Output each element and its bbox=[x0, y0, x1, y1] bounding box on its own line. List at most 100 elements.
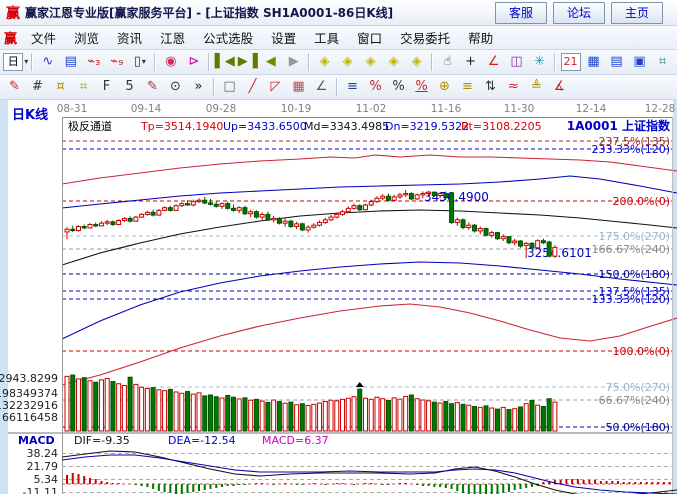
zoom-diamond-icon[interactable]: ◈ bbox=[313, 51, 336, 73]
model-tool-icon[interactable]: ◫ bbox=[505, 51, 528, 73]
percent-line-icon[interactable]: % bbox=[410, 76, 433, 98]
candle-style-icon[interactable]: ▯▾ bbox=[128, 51, 151, 73]
crosshair-icon: + bbox=[465, 52, 476, 72]
next-page-icon[interactable]: ▶ bbox=[282, 51, 305, 73]
golden-line-icon[interactable]: ≡ bbox=[456, 76, 479, 98]
menu-formula-picker[interactable]: 公式选股 bbox=[194, 26, 262, 49]
candle-body bbox=[478, 229, 482, 231]
menu-news[interactable]: 资讯 bbox=[108, 26, 151, 49]
menu-browse[interactable]: 浏览 bbox=[65, 26, 108, 49]
macd-pane: 38.2421.795.34-11.11MACDDIF=-9.35DEA=-12… bbox=[18, 434, 677, 494]
gann-fan-icon[interactable]: ◸ bbox=[264, 76, 287, 98]
f10-report-icon[interactable]: ▤ bbox=[59, 51, 82, 73]
draw-pen-icon[interactable]: ✎ bbox=[141, 76, 164, 98]
ray-fan-icon[interactable]: ╱ bbox=[241, 76, 264, 98]
color-flag-icon[interactable]: ⊳ bbox=[182, 51, 205, 73]
percent-icon[interactable]: % bbox=[387, 76, 410, 98]
first-page-icon[interactable]: ▌◀ bbox=[213, 51, 236, 73]
rect-tool-icon[interactable]: □ bbox=[218, 76, 241, 98]
mouse-tool-icon[interactable]: ⌗ bbox=[651, 51, 674, 73]
candle-body bbox=[260, 214, 264, 217]
volume-bar bbox=[513, 409, 517, 431]
menu-tools[interactable]: 工具 bbox=[305, 26, 348, 49]
j-angle-icon[interactable]: ∡ bbox=[548, 76, 571, 98]
angle-measure-icon[interactable]: ∠ bbox=[482, 51, 505, 73]
menu-file[interactable]: 文件 bbox=[22, 26, 65, 49]
last-page-icon[interactable]: ▶▐ bbox=[236, 51, 259, 73]
wave-band-icon[interactable]: ≈ bbox=[502, 76, 525, 98]
left-diamond-icon[interactable]: ◈ bbox=[336, 51, 359, 73]
golden-grid-icon[interactable]: ¤ bbox=[49, 76, 72, 98]
candle-body bbox=[363, 205, 367, 210]
right-diamond-icon: ◈ bbox=[366, 52, 376, 72]
candle-body bbox=[226, 204, 230, 209]
volume-bar bbox=[518, 407, 522, 431]
forum-button[interactable]: 论坛 bbox=[553, 2, 605, 24]
candle-body bbox=[197, 200, 201, 201]
volume-bar bbox=[254, 399, 258, 431]
volume-bar bbox=[71, 375, 75, 431]
golden-circle-icon[interactable]: ⊕ bbox=[433, 76, 456, 98]
crosshair-icon[interactable]: + bbox=[459, 51, 482, 73]
candle-body bbox=[277, 218, 281, 223]
menu-help[interactable]: 帮助 bbox=[459, 26, 502, 49]
calendar-21-icon[interactable]: 21 bbox=[559, 51, 582, 73]
smart-analyze-icon[interactable]: ✳ bbox=[528, 51, 551, 73]
hand-tool-icon[interactable]: ☝ bbox=[436, 51, 459, 73]
percent-icon: % bbox=[392, 77, 404, 97]
golden-box-icon[interactable]: ⌗ bbox=[72, 76, 95, 98]
grid-net-icon[interactable]: ▦ bbox=[287, 76, 310, 98]
indicator-value: Up=3433.6500 bbox=[223, 120, 307, 133]
volume-bar bbox=[186, 392, 190, 431]
period-day-button[interactable]: 日▾ bbox=[3, 51, 28, 73]
volume-bar bbox=[547, 399, 551, 431]
candle-body bbox=[438, 194, 442, 196]
home-button[interactable]: 主页 bbox=[611, 2, 663, 24]
percent-triangle-icon[interactable]: % bbox=[364, 76, 387, 98]
first-page-icon: ▌◀ bbox=[215, 52, 235, 72]
trend-wave-icon[interactable]: ∿ bbox=[36, 51, 59, 73]
pattern-search-icon[interactable]: ◉ bbox=[159, 51, 182, 73]
calculator-icon[interactable]: ▦ bbox=[582, 51, 605, 73]
parallel-lines-icon[interactable]: ∠ bbox=[310, 76, 333, 98]
candle-body bbox=[76, 227, 80, 231]
right-diamond-icon[interactable]: ◈ bbox=[359, 51, 382, 73]
vertical-diamond-icon[interactable]: ◈ bbox=[382, 51, 405, 73]
ink-brush-icon[interactable]: ⇅ bbox=[479, 76, 502, 98]
chart-canvas[interactable]: 日K线08-3109-1409-2810-1911-0211-1611-3012… bbox=[0, 100, 677, 494]
volume-bar bbox=[369, 399, 373, 431]
menu-settings[interactable]: 设置 bbox=[262, 26, 305, 49]
stats-ruler-icon[interactable]: ≡ bbox=[341, 76, 364, 98]
prev-page-icon[interactable]: ◀ bbox=[259, 51, 282, 73]
notepad-icon[interactable]: ▤ bbox=[605, 51, 628, 73]
candle-body bbox=[427, 192, 431, 193]
draw-brush-icon: ✎ bbox=[9, 77, 20, 97]
save-icon[interactable]: ▣ bbox=[628, 51, 651, 73]
candle-body bbox=[243, 208, 247, 214]
golden-up-icon: ≜ bbox=[531, 77, 542, 97]
volume-bar bbox=[427, 401, 431, 431]
save-icon: ▣ bbox=[633, 52, 645, 72]
menu-gann[interactable]: 江恩 bbox=[151, 26, 194, 49]
gann-grid-icon[interactable]: # bbox=[26, 76, 49, 98]
more-tools-chevron[interactable]: » bbox=[187, 76, 210, 98]
time-cycle-icon[interactable]: ⊙ bbox=[164, 76, 187, 98]
candle-body bbox=[553, 247, 557, 256]
volume-bar bbox=[76, 379, 80, 431]
draw-brush-icon[interactable]: ✎ bbox=[3, 76, 26, 98]
volume-bar bbox=[277, 402, 281, 431]
minute9-chart-icon[interactable]: ⌁₉ bbox=[105, 51, 128, 73]
expand-diamond-icon[interactable]: ◈ bbox=[405, 51, 428, 73]
minute3-chart-icon[interactable]: ⌁₃ bbox=[82, 51, 105, 73]
j-angle-icon: ∡ bbox=[554, 77, 566, 97]
golden-up-icon[interactable]: ≜ bbox=[525, 76, 548, 98]
volume-bar bbox=[214, 397, 218, 431]
candle-body bbox=[536, 241, 540, 248]
menu-window[interactable]: 窗口 bbox=[348, 26, 391, 49]
date-tick: 12-28 bbox=[645, 103, 676, 115]
customer-service-button[interactable]: 客服 bbox=[495, 2, 547, 24]
volume-bar bbox=[260, 401, 264, 431]
five-grid-icon[interactable]: 5 bbox=[118, 76, 141, 98]
menu-trade[interactable]: 交易委托 bbox=[391, 26, 459, 49]
fibonacci-grid-icon[interactable]: F bbox=[95, 76, 118, 98]
